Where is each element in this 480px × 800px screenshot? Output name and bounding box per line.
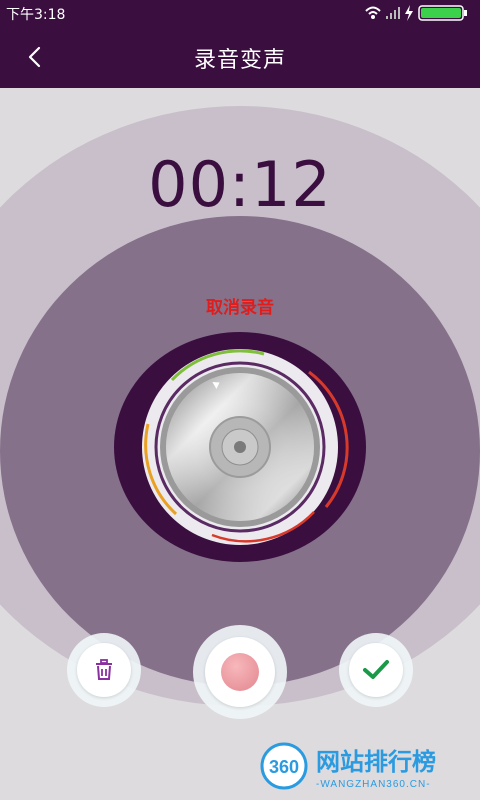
record-button[interactable] <box>193 625 287 719</box>
logo-text: 360 <box>269 757 299 777</box>
watermark: 360 网站排行榜 -WANGZHAN360.CN- <box>260 742 472 792</box>
record-button-face <box>205 637 275 707</box>
battery-icon <box>418 5 467 21</box>
charging-icon <box>405 5 413 21</box>
status-bar: 下午3:18 <box>0 0 480 26</box>
watermark-subtext: -WANGZHAN360.CN- <box>316 779 431 790</box>
recording-timer: 00:12 <box>148 148 332 221</box>
confirm-button-face <box>349 643 403 697</box>
page-title: 录音变声 <box>193 48 286 73</box>
wifi-icon <box>365 6 381 19</box>
recording-area: 00:12 取消录音 <box>0 88 480 800</box>
watermark-text: 网站排行榜 <box>316 748 436 776</box>
record-dot-icon <box>221 653 259 691</box>
trash-icon <box>96 659 112 680</box>
cancel-recording-button[interactable]: 取消录音 <box>0 293 480 318</box>
360-logo: 360 <box>260 742 308 790</box>
checkmark-icon <box>363 660 389 679</box>
recording-dial <box>114 332 366 562</box>
signal-icon <box>386 7 400 19</box>
delete-button-face <box>77 643 131 697</box>
confirm-button[interactable] <box>339 633 413 707</box>
status-time: 下午3:18 <box>6 7 66 23</box>
status-icons <box>362 3 474 23</box>
title-bar: 录音变声 <box>0 26 480 88</box>
delete-button[interactable] <box>67 633 141 707</box>
